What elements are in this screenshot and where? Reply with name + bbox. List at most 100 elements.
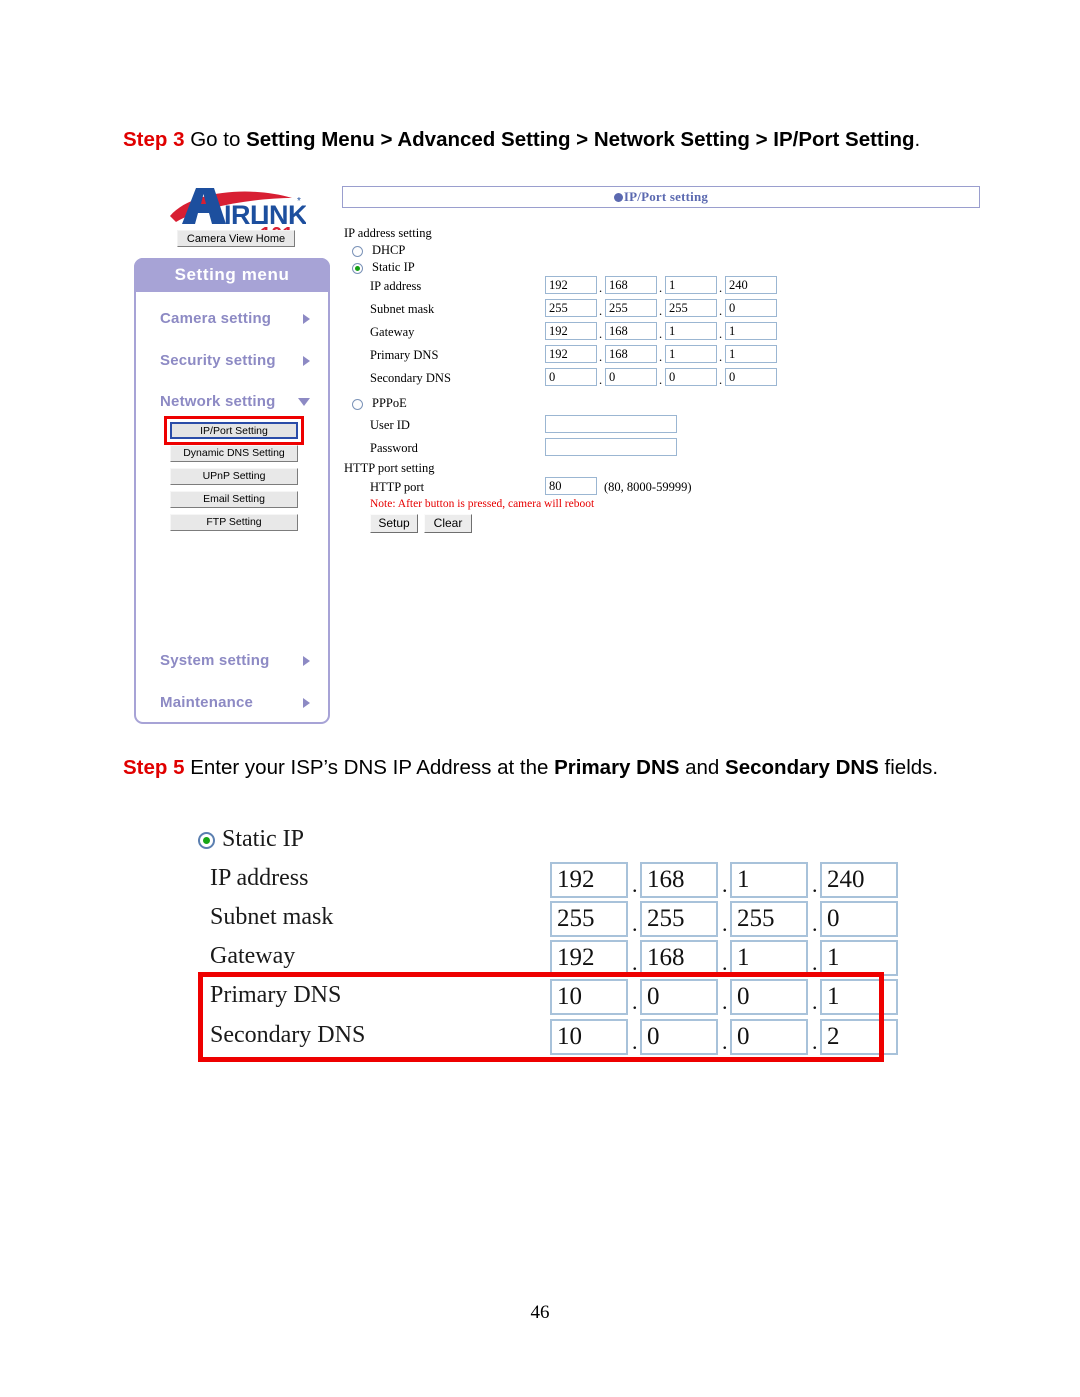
dot-separator: . [659,281,663,295]
ip-address-octet-2[interactable]: 168 [605,276,657,294]
detail-subnet-mask-octet-4[interactable]: 0 [820,901,898,937]
gateway-octet-2[interactable]: 168 [605,322,657,340]
step-5-text: Enter your ISP’s DNS IP Address at the [184,756,555,779]
detail-gateway-octet-2[interactable]: 168 [640,940,718,976]
ip-address-label: IP address [370,279,422,293]
http-port-setting-section-label: HTTP port setting [344,461,435,475]
step-5-heading: Step 5 Enter your ISP’s DNS IP Address a… [123,754,953,782]
gateway-octet-4[interactable]: 1 [725,322,777,340]
detail-subnet-mask-label: Subnet mask [210,904,334,930]
secondary-dns-octet-3[interactable]: 0 [665,368,717,386]
detail-gateway-octet-3[interactable]: 1 [730,940,808,976]
sidebar-subitem-ftp-setting[interactable]: FTP Setting [170,514,298,531]
sidebar-item-label: Maintenance [160,694,254,711]
sidebar-item-maintenance[interactable]: Maintenance [160,694,312,714]
dot-separator: . [599,373,603,387]
detail-subnet-mask-octet-1[interactable]: 255 [550,901,628,937]
primary-dns-octet-3[interactable]: 1 [665,345,717,363]
dot-separator: . [599,350,603,364]
primary-dns-label: Primary DNS [370,348,439,362]
primary-dns-octet-4[interactable]: 1 [725,345,777,363]
dot-separator: . [632,911,638,936]
dot-separator: . [812,911,818,936]
password-input[interactable] [545,438,677,456]
svg-text:*: * [297,196,301,207]
detail-gateway-octet-1[interactable]: 192 [550,940,628,976]
detail-gateway-label: Gateway [210,943,296,969]
step-5-bold-secondary-dns: Secondary DNS [725,756,879,779]
secondary-dns-octet-2[interactable]: 0 [605,368,657,386]
detail-ip-address-octet-3[interactable]: 1 [730,862,808,898]
dot-separator: . [659,304,663,318]
gateway-label: Gateway [370,325,415,339]
sidebar-item-security-setting[interactable]: Security setting [160,352,312,372]
detail-subnet-mask-octet-2[interactable]: 255 [640,901,718,937]
red-highlight-dns-rows [198,972,884,1062]
http-port-label: HTTP port [370,480,425,494]
sidebar-item-system-setting[interactable]: System setting [160,652,312,672]
ip-address-octet-1[interactable]: 192 [545,276,597,294]
primary-dns-octet-2[interactable]: 168 [605,345,657,363]
secondary-dns-octet-4[interactable]: 0 [725,368,777,386]
dot-separator: . [719,327,723,341]
dot-separator: . [599,304,603,318]
setting-menu-header: Setting menu [134,258,330,292]
static-ip-radio[interactable] [352,263,363,274]
ip-address-octet-3[interactable]: 1 [665,276,717,294]
user-id-label: User ID [370,418,410,432]
subnet-mask-octet-2[interactable]: 255 [605,299,657,317]
detail-ip-address-octet-2[interactable]: 168 [640,862,718,898]
setting-menu-sidebar: Setting menu Camera setting Security set… [134,258,330,724]
pppoe-radio[interactable] [352,399,363,410]
dot-separator: . [599,281,603,295]
subnet-mask-octet-1[interactable]: 255 [545,299,597,317]
subnet-mask-octet-3[interactable]: 255 [665,299,717,317]
detail-subnet-mask-octet-3[interactable]: 255 [730,901,808,937]
sidebar-subitem-email-setting[interactable]: Email Setting [170,491,298,508]
ip-port-setting-form: IP/Port setting IP address setting DHCP … [342,178,988,534]
setup-button[interactable]: Setup [370,514,418,533]
gateway-octet-1[interactable]: 192 [545,322,597,340]
http-port-input[interactable]: 80 [545,477,597,495]
subnet-mask-octet-4[interactable]: 0 [725,299,777,317]
dot-separator: . [812,872,818,897]
chevron-right-icon [303,698,310,708]
detail-ip-address-octet-4[interactable]: 240 [820,862,898,898]
dot-separator: . [719,373,723,387]
step-3-heading: Step 3 Go to Setting Menu > Advanced Set… [123,126,973,154]
subnet-mask-label: Subnet mask [370,302,435,316]
chevron-right-icon [303,656,310,666]
user-id-input[interactable] [545,415,677,433]
dot-separator: . [659,327,663,341]
gateway-octet-3[interactable]: 1 [665,322,717,340]
detail-gateway-octet-4[interactable]: 1 [820,940,898,976]
static-ip-label: Static IP [372,260,415,274]
clear-button[interactable]: Clear [424,514,472,533]
panel-title-bar: IP/Port setting [342,186,980,208]
dot-separator: . [722,872,728,897]
camera-view-home-button[interactable]: Camera View Home [177,230,295,247]
chevron-right-icon [303,314,310,324]
sidebar-item-camera-setting[interactable]: Camera setting [160,310,312,330]
dhcp-radio[interactable] [352,246,363,257]
detail-ip-address-octet-1[interactable]: 192 [550,862,628,898]
dot-separator: . [719,304,723,318]
detail-static-ip-radio[interactable] [198,832,215,849]
reboot-note: Note: After button is pressed, camera wi… [370,498,595,510]
ip-address-octet-4[interactable]: 240 [725,276,777,294]
primary-dns-octet-1[interactable]: 192 [545,345,597,363]
password-label: Password [370,441,418,455]
chevron-right-icon [303,356,310,366]
secondary-dns-octet-1[interactable]: 0 [545,368,597,386]
sidebar-subitem-upnp-setting[interactable]: UPnP Setting [170,468,298,485]
pppoe-label: PPPoE [372,396,407,410]
step-3-period: . [914,128,921,151]
dot-separator: . [632,872,638,897]
dot-separator: . [599,327,603,341]
step-3-text: Go to [184,128,247,151]
sidebar-subitem-dynamic-dns-setting[interactable]: Dynamic DNS Setting [170,445,298,462]
step-5-bold-primary-dns: Primary DNS [554,756,680,779]
sidebar-item-network-setting[interactable]: Network setting [160,393,312,413]
chevron-down-icon [298,398,310,411]
panel-title-text: IP/Port setting [613,189,708,204]
